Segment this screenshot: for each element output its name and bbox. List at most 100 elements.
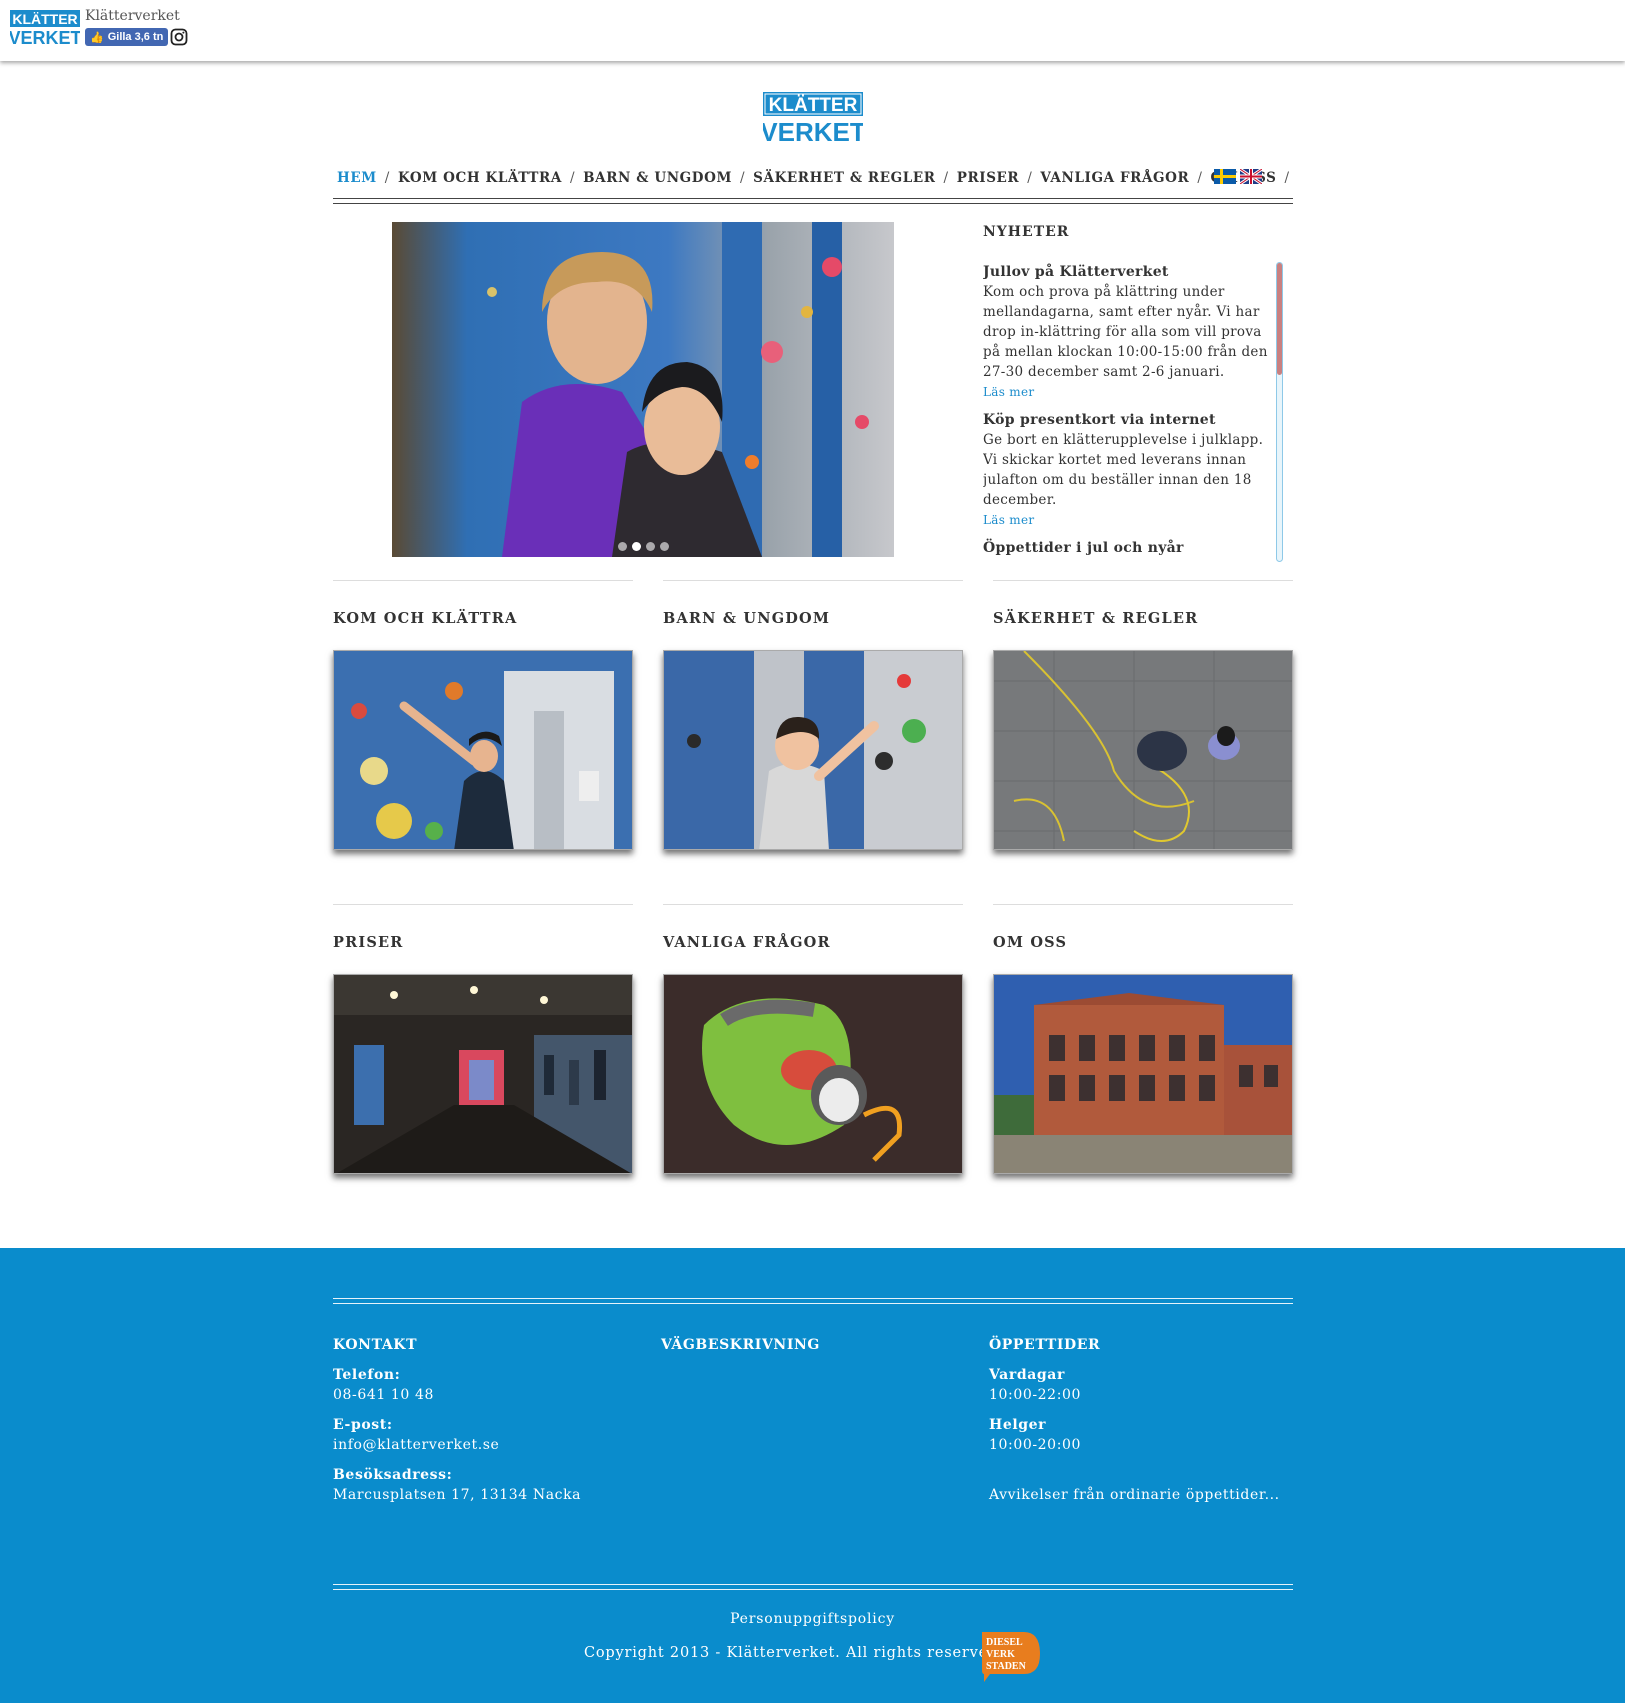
slider-dot[interactable] — [617, 542, 627, 551]
slider-dots — [392, 542, 894, 551]
section-sakerhet-regler: SÄKERHET & REGLER — [993, 580, 1293, 850]
svg-text:VERK: VERK — [986, 1649, 1015, 1660]
nav-separator: / — [1197, 170, 1203, 186]
hours-heading: ÖPPETTIDER — [989, 1337, 1101, 1353]
section-image[interactable] — [663, 650, 963, 850]
section-divider — [993, 580, 1293, 581]
news-body: Ge bort en klätterupplevelse i julklapp.… — [983, 432, 1264, 508]
nav-item-priser[interactable]: PRISER — [953, 170, 1024, 186]
nav-separator: / — [569, 170, 576, 186]
thumbs-up-icon: 👍 — [90, 31, 104, 44]
svg-text:VERKET: VERKET — [763, 117, 863, 144]
section-divider — [333, 904, 633, 905]
weekend-hours: 10:00-20:00 — [989, 1437, 1082, 1453]
top-bar: KLÄTTER VERKET Klätterverket 👍 Gilla 3,6… — [0, 0, 1625, 61]
news-panel: NYHETER Jullov på Klätterverket Kom och … — [983, 222, 1288, 564]
slider-dot[interactable] — [645, 542, 655, 551]
hero-image — [392, 222, 894, 557]
section-title[interactable]: KOM OCH KLÄTTRA — [333, 610, 633, 627]
nav-separator: / — [943, 170, 949, 186]
section-priser: PRISER — [333, 904, 633, 1174]
site-logo[interactable]: KLÄTTER VERKET — [763, 92, 863, 144]
footer-hours: ÖPPETTIDER Vardagar 10:00-22:00 Helger 1… — [989, 1335, 1280, 1505]
section-image[interactable] — [993, 650, 1293, 850]
news-heading: NYHETER — [983, 224, 1070, 240]
language-switcher — [1214, 169, 1262, 184]
footer-divider — [333, 1584, 1293, 1590]
mini-logo[interactable]: KLÄTTER VERKET — [10, 10, 80, 48]
nav-item-hem[interactable]: HEM — [333, 170, 381, 186]
nav-item-vanliga-fragor[interactable]: VANLIGA FRÅGOR — [1036, 170, 1193, 186]
facebook-like-button[interactable]: 👍 Gilla 3,6 tn — [85, 28, 169, 46]
main-nav: HEM / KOM OCH KLÄTTRA / BARN & UNGDOM / … — [333, 167, 1294, 189]
section-divider — [333, 580, 633, 581]
instagram-icon[interactable] — [170, 28, 188, 46]
section-divider — [663, 904, 963, 905]
news-title[interactable]: Öppettider i jul och nyår — [983, 538, 1273, 558]
section-title[interactable]: VANLIGA FRÅGOR — [663, 934, 963, 951]
page-name[interactable]: Klätterverket — [85, 8, 180, 24]
weekend-label: Helger — [989, 1417, 1047, 1433]
footer-contact: KONTAKT Telefon: 08-641 10 48 E-post: in… — [333, 1335, 581, 1515]
hours-deviations-link[interactable]: Avvikelser från ordinarie öppettider... — [989, 1485, 1280, 1505]
news-item: Öppettider i jul och nyår — [983, 538, 1273, 558]
news-title[interactable]: Jullov på Klätterverket — [983, 262, 1273, 282]
svg-text:KLÄTTER: KLÄTTER — [12, 11, 77, 27]
weekday-hours: 10:00-22:00 — [989, 1387, 1082, 1403]
nav-item-barn-ungdom[interactable]: BARN & UNGDOM — [579, 170, 736, 186]
contact-heading: KONTAKT — [333, 1337, 418, 1353]
phone-number[interactable]: 08-641 10 48 — [333, 1385, 581, 1405]
section-title[interactable]: PRISER — [333, 934, 633, 951]
section-image[interactable] — [333, 650, 633, 850]
nav-separator: / — [740, 170, 746, 186]
address-text: Marcusplatsen 17, 13134 Nacka — [333, 1487, 582, 1503]
weekday-label: Vardagar — [989, 1367, 1065, 1383]
news-title[interactable]: Köp presentkort via internet — [983, 410, 1273, 430]
news-item: Jullov på Klätterverket Kom och prova på… — [983, 262, 1273, 402]
news-list[interactable]: Jullov på Klätterverket Kom och prova på… — [983, 262, 1273, 562]
footer-divider — [333, 1298, 1293, 1304]
section-vanliga-fragor: VANLIGA FRÅGOR — [663, 904, 963, 1174]
section-image[interactable] — [333, 974, 633, 1174]
section-title[interactable]: BARN & UNGDOM — [663, 610, 963, 627]
nav-item-sakerhet-regler[interactable]: SÄKERHET & REGLER — [749, 170, 939, 186]
news-scrollbar[interactable] — [1276, 262, 1283, 562]
section-kom-och-klattra: KOM OCH KLÄTTRA — [333, 580, 633, 850]
dieselverkstaden-logo[interactable]: DIESEL VERK STADEN — [980, 1630, 1042, 1682]
email-link[interactable]: info@klatterverket.se — [333, 1435, 581, 1455]
svg-text:VERKET: VERKET — [10, 28, 80, 48]
read-more-link[interactable]: Läs mer — [983, 510, 1273, 530]
privacy-policy-link[interactable]: Personuppgiftspolicy — [0, 1611, 1625, 1627]
section-image[interactable] — [663, 974, 963, 1174]
section-barn-ungdom: BARN & UNGDOM — [663, 580, 963, 850]
news-item: Köp presentkort via internet Ge bort en … — [983, 410, 1273, 530]
address-label: Besöksadress: — [333, 1467, 453, 1483]
phone-label: Telefon: — [333, 1367, 401, 1383]
email-label: E-post: — [333, 1417, 393, 1433]
news-scrollbar-thumb[interactable] — [1277, 263, 1282, 375]
directions-heading[interactable]: VÄGBESKRIVNING — [661, 1335, 820, 1355]
section-divider — [993, 904, 1293, 905]
news-body: Kom och prova på klättring under melland… — [983, 284, 1268, 380]
svg-text:STADEN: STADEN — [986, 1661, 1027, 1672]
section-om-oss: OM OSS — [993, 904, 1293, 1174]
svg-text:DIESEL: DIESEL — [986, 1637, 1023, 1648]
section-image[interactable] — [993, 974, 1293, 1174]
site-footer: KONTAKT Telefon: 08-641 10 48 E-post: in… — [0, 1248, 1625, 1703]
slider-dot-active[interactable] — [631, 542, 641, 551]
hero-slider[interactable] — [392, 222, 894, 557]
slider-dot[interactable] — [659, 542, 669, 551]
uk-flag-icon[interactable] — [1240, 169, 1262, 184]
nav-separator: / — [384, 170, 390, 186]
section-title[interactable]: OM OSS — [993, 934, 1293, 951]
like-label: Gilla 3,6 tn — [107, 31, 164, 43]
nav-separator: / — [1027, 170, 1033, 186]
read-more-link[interactable]: Läs mer — [983, 382, 1273, 402]
section-title[interactable]: SÄKERHET & REGLER — [993, 610, 1293, 627]
section-divider — [663, 580, 963, 581]
footer-directions: VÄGBESKRIVNING — [661, 1335, 820, 1365]
copyright-text: Copyright 2013 - Klätterverket. All righ… — [584, 1645, 999, 1661]
nav-item-kom-och-klattra[interactable]: KOM OCH KLÄTTRA — [394, 170, 566, 186]
nav-separator: / — [1284, 170, 1290, 186]
sv-flag-icon[interactable] — [1214, 169, 1236, 184]
